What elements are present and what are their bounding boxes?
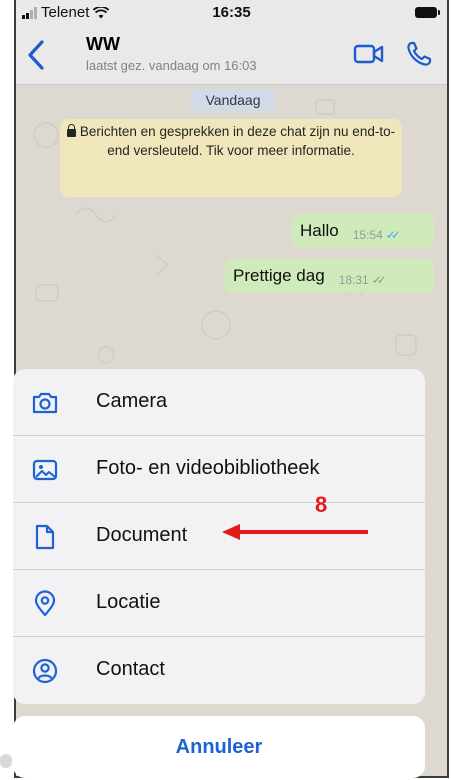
menu-item-label: Contact	[96, 658, 165, 680]
document-icon	[35, 524, 55, 550]
contact-icon	[32, 658, 58, 684]
menu-item-label: Camera	[96, 390, 168, 412]
menu-item-camera[interactable]: Camera	[13, 369, 425, 436]
annotation-arrow-icon	[222, 524, 368, 540]
location-icon	[34, 590, 56, 617]
cancel-button[interactable]: Annuleer	[13, 716, 425, 778]
menu-item-label: Foto- en videobibliotheek	[96, 457, 320, 479]
menu-item-location[interactable]: Locatie	[13, 570, 425, 637]
edge-shadow	[0, 754, 12, 768]
photo-library-icon	[32, 459, 58, 481]
menu-item-label: Locatie	[96, 591, 161, 613]
camera-icon	[32, 392, 58, 414]
annotation-step-number: 8	[315, 492, 328, 517]
menu-item-photo-library[interactable]: Foto- en videobibliotheek	[13, 436, 425, 503]
menu-item-contact[interactable]: Contact	[13, 637, 425, 704]
menu-item-label: Document	[96, 524, 188, 546]
